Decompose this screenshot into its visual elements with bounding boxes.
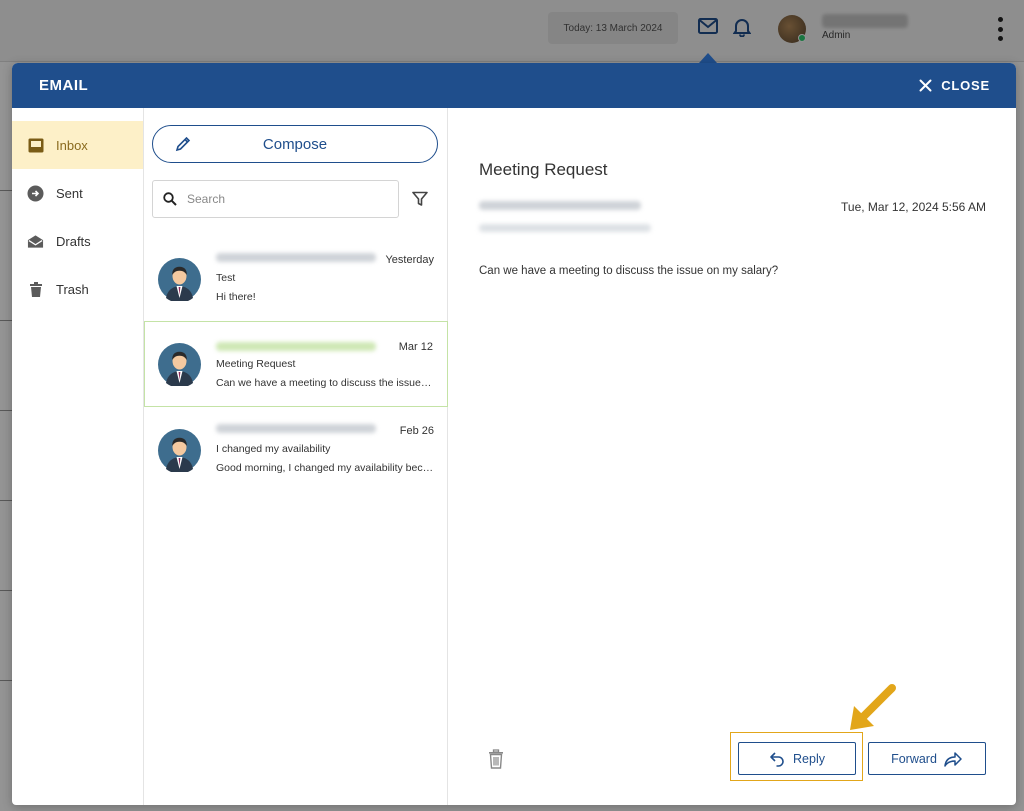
message-date: Yesterday (385, 254, 434, 266)
email-date: Tue, Mar 12, 2024 5:56 AM (841, 200, 986, 214)
modal-header: EMAIL CLOSE (12, 63, 1016, 108)
close-button[interactable]: CLOSE (919, 78, 990, 93)
folder-label: Inbox (56, 137, 88, 153)
message-preview: Can we have a meeting to discuss the iss… (216, 377, 434, 389)
pencil-icon (175, 136, 191, 152)
contact-avatar-icon (158, 429, 201, 472)
message-preview: Hi there! (216, 291, 256, 303)
compose-label: Compose (262, 135, 328, 153)
forward-label: Forward (891, 751, 937, 766)
delete-trash-icon[interactable] (487, 749, 505, 769)
message-subject: I changed my availability (216, 443, 331, 455)
from-address-redacted (479, 201, 641, 210)
search-icon (163, 192, 177, 206)
message-preview: Good morning, I changed my availability … (216, 462, 434, 474)
close-label: CLOSE (941, 78, 990, 93)
forward-icon (944, 751, 962, 767)
search-input[interactable] (187, 192, 377, 206)
compose-button[interactable]: Compose (152, 125, 438, 163)
drafts-icon (27, 233, 44, 250)
search-box (152, 180, 399, 218)
message-subject: Test (216, 272, 236, 284)
filter-icon[interactable] (412, 191, 428, 207)
message-item[interactable]: Feb 26 I changed my availability Good mo… (144, 407, 448, 493)
annotation-arrow-icon (850, 684, 896, 730)
trash-icon (27, 281, 44, 298)
contact-avatar-icon (158, 258, 201, 301)
forward-button[interactable]: Forward (868, 742, 986, 775)
sender-email-redacted (216, 424, 376, 433)
contact-avatar-icon (158, 343, 201, 386)
folder-drafts[interactable]: Drafts (12, 217, 143, 265)
folder-label: Trash (56, 281, 89, 297)
message-date: Feb 26 (399, 425, 434, 437)
folder-inbox[interactable]: Inbox (12, 121, 143, 169)
message-item[interactable]: Yesterday Test Hi there! (144, 236, 448, 322)
message-subject: Meeting Request (216, 358, 296, 370)
inbox-icon (27, 137, 44, 154)
message-item-selected[interactable]: Mar 12 Meeting Request Can we have a mee… (144, 321, 448, 407)
modal-title: EMAIL (39, 77, 89, 94)
folder-sent[interactable]: Sent (12, 169, 143, 217)
email-subject: Meeting Request (479, 160, 608, 179)
sender-email-redacted (216, 342, 376, 351)
folder-label: Sent (56, 185, 83, 201)
folder-trash[interactable]: Trash (12, 265, 143, 313)
email-modal: EMAIL CLOSE Inbox Sent Drafts Trash Comp… (12, 63, 1016, 805)
message-date: Mar 12 (398, 341, 433, 353)
to-address-redacted (479, 224, 651, 232)
email-body: Can we have a meeting to discuss the iss… (479, 265, 779, 277)
close-icon (919, 79, 932, 92)
folder-nav: Inbox Sent Drafts Trash (12, 108, 144, 805)
sent-icon (27, 185, 44, 202)
reply-icon (770, 751, 784, 767)
reply-label: Reply (793, 751, 825, 766)
folder-label: Drafts (56, 233, 91, 249)
reading-pane: Meeting Request Tue, Mar 12, 2024 5:56 A… (448, 108, 1016, 805)
reply-button[interactable]: Reply (738, 742, 856, 775)
popover-caret (699, 53, 717, 63)
message-list-panel: Compose Yesterday Test (144, 108, 448, 805)
modal-body: Inbox Sent Drafts Trash Compose Search Y… (12, 108, 1016, 805)
sender-email-redacted (216, 253, 376, 262)
